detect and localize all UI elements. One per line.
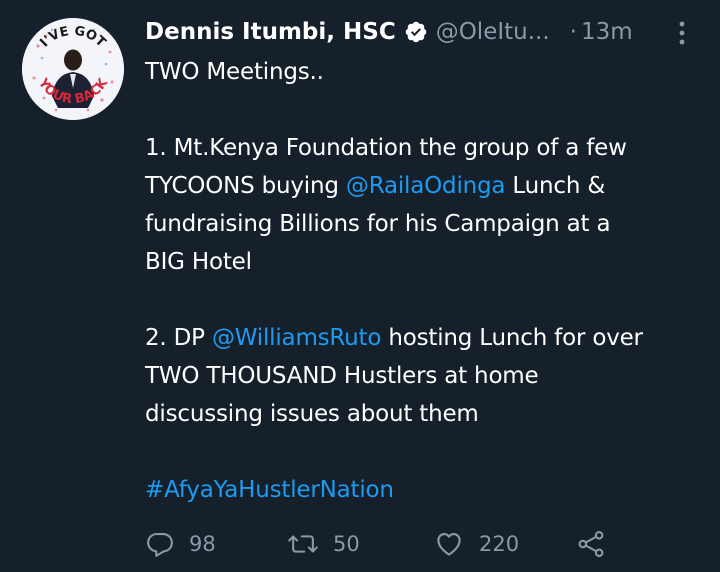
handle[interactable]: @OleItu...	[436, 19, 550, 45]
retweet-icon	[287, 529, 319, 559]
share-button[interactable]	[575, 524, 607, 564]
more-vertical-icon[interactable]	[674, 20, 690, 46]
tweet-line: BIG Hotel	[145, 243, 710, 281]
tweet-text-segment: 2. DP	[145, 325, 212, 351]
tweet-text-segment: TWO Meetings..	[145, 59, 324, 85]
tweet-text-segment: 1. Mt.Kenya Foundation the group of a fe…	[145, 135, 627, 161]
avatar-image: I'VE GOT YOUR BACK	[22, 18, 124, 120]
tweet-line: TWO Meetings..	[145, 53, 710, 91]
action-bar: 98 50 220	[145, 524, 705, 564]
tweet-line	[145, 91, 710, 129]
tweet-header: Dennis Itumbi, HSC @OleItu... · 13m	[145, 14, 633, 50]
tweet-text-segment: hosting Lunch for over	[381, 325, 643, 351]
tweet-text: TWO Meetings.. 1. Mt.Kenya Foundation the…	[145, 53, 710, 509]
mention-link[interactable]: @WilliamsRuto	[212, 325, 381, 351]
tweet-text-segment: discussing issues about them	[145, 401, 479, 427]
tweet-line: 1. Mt.Kenya Foundation the group of a fe…	[145, 129, 710, 167]
tweet-text-segment: fundraising Billions for his Campaign at…	[145, 211, 611, 237]
share-icon	[575, 529, 607, 559]
tweet-line: TYCOONS buying @RailaOdinga Lunch &	[145, 167, 710, 205]
tweet-line	[145, 433, 710, 471]
display-name[interactable]: Dennis Itumbi, HSC	[145, 19, 396, 45]
meta-separator: ·	[569, 19, 577, 45]
reply-icon	[145, 529, 175, 559]
avatar[interactable]: I'VE GOT YOUR BACK	[22, 18, 124, 120]
retweet-button[interactable]: 50	[287, 524, 360, 564]
retweet-count: 50	[333, 532, 360, 556]
timestamp[interactable]: 13m	[581, 19, 633, 45]
tweet-line	[145, 281, 710, 319]
like-button[interactable]: 220	[433, 524, 519, 564]
hashtag-link[interactable]: #AfyaYaHustlerNation	[145, 477, 394, 503]
tweet-text-segment: TWO THOUSAND Hustlers at home	[145, 363, 539, 389]
heart-icon	[433, 529, 465, 559]
mention-link[interactable]: @RailaOdinga	[346, 173, 506, 199]
tweet-line: #AfyaYaHustlerNation	[145, 471, 710, 509]
reply-count: 98	[189, 532, 216, 556]
tweet-text-segment: TYCOONS buying	[145, 173, 346, 199]
tweet-card[interactable]: I'VE GOT YOUR BACK Dennis Itumbi, HSC @O…	[0, 0, 720, 572]
verified-badge-icon	[404, 20, 428, 44]
reply-button[interactable]: 98	[145, 524, 216, 564]
tweet-line: 2. DP @WilliamsRuto hosting Lunch for ov…	[145, 319, 710, 357]
tweet-text-segment: BIG Hotel	[145, 249, 252, 275]
tweet-text-segment: Lunch &	[505, 173, 606, 199]
tweet-line: discussing issues about them	[145, 395, 710, 433]
tweet-line: fundraising Billions for his Campaign at…	[145, 205, 710, 243]
like-count: 220	[479, 532, 520, 556]
tweet-line: TWO THOUSAND Hustlers at home	[145, 357, 710, 395]
